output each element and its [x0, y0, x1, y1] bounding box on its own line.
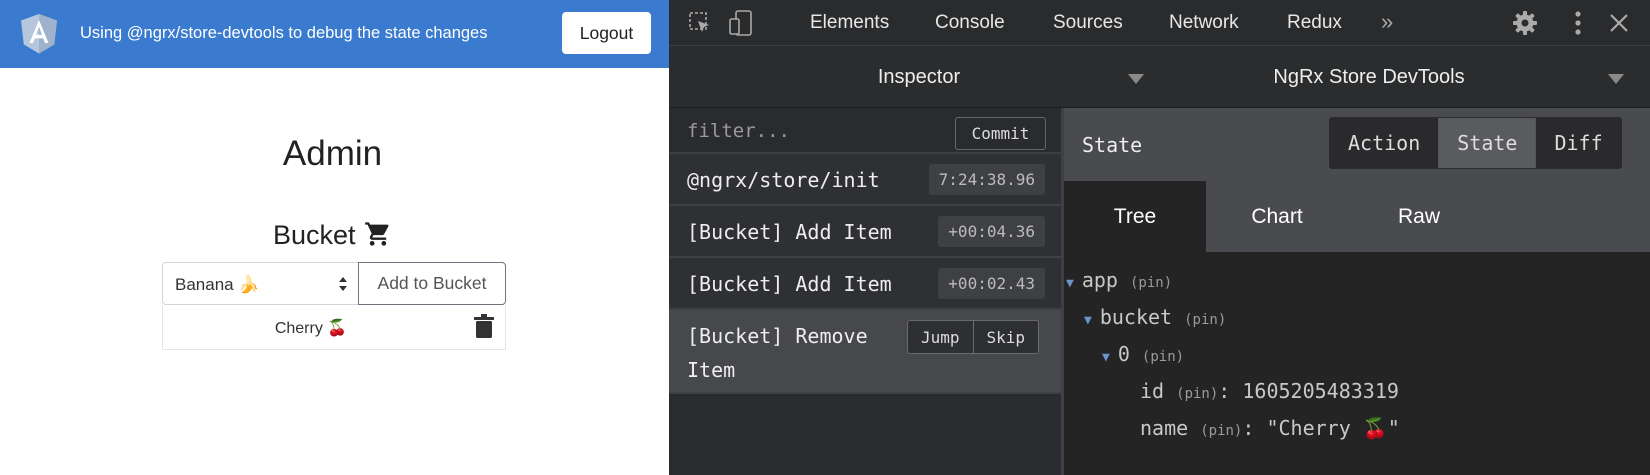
dropdown-arrow-icon[interactable]: [1608, 74, 1624, 84]
dropdown-arrow-icon[interactable]: [1128, 74, 1144, 84]
shopping-cart-icon: [365, 222, 389, 246]
action-row-add-item[interactable]: [Bucket] Add Item +00:04.36: [669, 206, 1061, 258]
tab-elements[interactable]: Elements: [810, 12, 889, 34]
action-timestamp: 7:24:38.96: [928, 164, 1045, 195]
tab-network[interactable]: Network: [1169, 12, 1239, 34]
tab-tree[interactable]: Tree: [1064, 181, 1206, 252]
browser-devtools: Elements Console Sources Network Redux »…: [669, 0, 1650, 475]
expand-arrow-icon[interactable]: ▼: [1084, 313, 1092, 328]
tree-node-bucket[interactable]: ▼ bucket (pin): [1084, 305, 1226, 329]
action-label: [Bucket] Add Item: [687, 220, 892, 244]
logout-button[interactable]: Logout: [562, 12, 651, 54]
header-title: Using @ngrx/store-devtools to debug the …: [80, 24, 488, 42]
page-title: Admin: [282, 134, 383, 173]
tree-node-app[interactable]: ▼ app (pin): [1066, 268, 1172, 292]
tree-leaf-name: name (pin): "Cherry 🍒": [1140, 416, 1400, 440]
mode-action-button[interactable]: Action: [1330, 118, 1439, 168]
pin-link[interactable]: (pin): [1130, 275, 1172, 291]
tab-raw[interactable]: Raw: [1348, 181, 1490, 252]
action-row-init[interactable]: @ngrx/store/init 7:24:38.96: [669, 154, 1061, 206]
pin-link[interactable]: (pin): [1142, 349, 1184, 365]
state-panel: State Action State Diff Tree Chart Raw ▼…: [1064, 108, 1650, 475]
tab-redux[interactable]: Redux: [1287, 12, 1342, 34]
pin-link[interactable]: (pin): [1176, 386, 1218, 402]
bucket-heading: Bucket: [273, 220, 356, 250]
action-label: @ngrx/store/init: [687, 168, 880, 192]
monitor-panel-select[interactable]: NgRx Store DevTools: [1159, 66, 1579, 89]
tree-leaf-id: id (pin): 1605205483319: [1140, 379, 1399, 403]
trash-icon[interactable]: [473, 313, 495, 339]
tab-chart[interactable]: Chart: [1206, 181, 1348, 252]
fruit-select[interactable]: Banana 🍌: [162, 262, 359, 305]
filter-input[interactable]: filter...: [687, 120, 790, 142]
inspector-panel-select[interactable]: Inspector: [669, 66, 1169, 89]
action-label: [Bucket] Remove Item: [687, 324, 868, 382]
redux-panel-selector: Inspector NgRx Store DevTools: [669, 46, 1650, 108]
more-tabs-icon[interactable]: »: [1381, 9, 1393, 35]
skip-button[interactable]: Skip: [972, 321, 1039, 353]
action-row-remove-item[interactable]: [Bucket] Remove Item Jump Skip: [669, 310, 1061, 394]
bucket-item-label: Cherry 🍒: [274, 320, 348, 337]
action-label: [Bucket] Add Item: [687, 272, 892, 296]
action-list: filter... Commit @ngrx/store/init 7:24:3…: [669, 108, 1064, 475]
settings-gear-icon[interactable]: [1512, 10, 1538, 36]
mode-toggle: Action State Diff: [1329, 117, 1622, 169]
angular-app: Using @ngrx/store-devtools to debug the …: [0, 0, 669, 475]
tree-value: 1605205483319: [1242, 379, 1399, 403]
mode-diff-button[interactable]: Diff: [1535, 118, 1621, 168]
tab-sources[interactable]: Sources: [1053, 12, 1123, 34]
filter-row: filter... Commit: [669, 108, 1061, 154]
view-tabs: Tree Chart Raw: [1064, 181, 1650, 252]
action-timestamp: +00:04.36: [938, 216, 1045, 247]
fruit-select-value: Banana 🍌: [175, 275, 260, 294]
state-tree: ▼ app (pin) ▼ bucket (pin) ▼ 0 (pin) id (pi…: [1064, 252, 1650, 475]
kebab-menu-icon[interactable]: [1573, 10, 1583, 36]
angular-logo-icon: [21, 14, 57, 54]
tree-node-index[interactable]: ▼ 0 (pin): [1102, 342, 1184, 366]
app-header: Using @ngrx/store-devtools to debug the …: [0, 0, 669, 68]
close-icon[interactable]: [1609, 13, 1629, 33]
expand-arrow-icon[interactable]: ▼: [1066, 276, 1074, 291]
expand-arrow-icon[interactable]: ▼: [1102, 350, 1110, 365]
inspect-element-icon[interactable]: [688, 11, 712, 35]
state-header: State Action State Diff: [1064, 108, 1650, 181]
state-title: State: [1082, 133, 1143, 157]
pin-link[interactable]: (pin): [1200, 423, 1242, 439]
action-row-add-item[interactable]: [Bucket] Add Item +00:02.43: [669, 258, 1061, 310]
devtools-tabbar: Elements Console Sources Network Redux »: [669, 0, 1650, 46]
commit-button[interactable]: Commit: [955, 117, 1046, 150]
bucket-list: Cherry 🍒: [162, 305, 506, 350]
select-caret-icon: [339, 277, 347, 291]
device-toolbar-icon[interactable]: [728, 10, 754, 36]
pin-link[interactable]: (pin): [1184, 312, 1226, 328]
tree-value: "Cherry 🍒": [1266, 416, 1400, 440]
action-controls: Jump Skip: [907, 320, 1040, 354]
jump-button[interactable]: Jump: [908, 321, 973, 353]
tab-console[interactable]: Console: [935, 12, 1005, 34]
action-timestamp: +00:02.43: [938, 268, 1045, 299]
add-to-bucket-button[interactable]: Add to Bucket: [358, 262, 506, 305]
mode-state-button[interactable]: State: [1438, 118, 1536, 168]
